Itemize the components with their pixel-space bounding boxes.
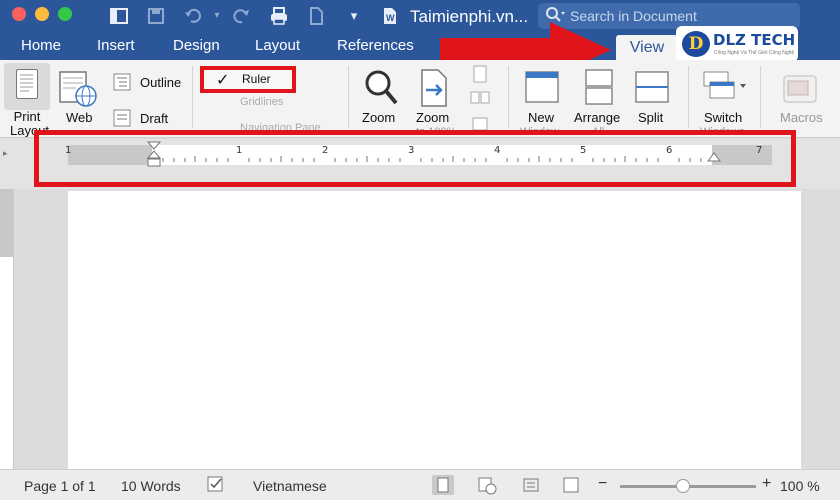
- svg-text:W: W: [386, 13, 395, 23]
- view-ribbon: Print Layout Web Outline Draft ✓ Ruler G…: [0, 60, 840, 138]
- print-layout-view-icon[interactable]: [432, 475, 454, 495]
- print-icon[interactable]: [269, 6, 289, 26]
- split-icon[interactable]: [634, 68, 670, 106]
- macros-icon[interactable]: [782, 72, 818, 106]
- logo-tagline: Công Nghệ Và Thế Giới Công Nghệ: [714, 50, 795, 56]
- redo-icon[interactable]: [232, 6, 252, 26]
- arrange-all-button[interactable]: Arrange: [574, 110, 620, 125]
- zoom-button[interactable]: Zoom: [362, 110, 395, 125]
- vertical-ruler-margin: [0, 189, 14, 257]
- zoom-icon[interactable]: [363, 68, 399, 108]
- switch-windows-button[interactable]: Switch: [704, 110, 742, 125]
- save-icon[interactable]: [146, 6, 166, 26]
- tab-design[interactable]: Design: [173, 37, 220, 54]
- web-layout-icon[interactable]: [58, 68, 98, 108]
- split-button[interactable]: Split: [638, 110, 663, 125]
- word-window: ▾ ▾ W Taimienphi.vn... Home Insert Desig…: [0, 0, 840, 500]
- tab-home[interactable]: Home: [21, 37, 61, 54]
- tab-selector-icon[interactable]: ▸: [3, 148, 8, 159]
- tab-layout[interactable]: Layout: [255, 37, 300, 54]
- print-layout-button[interactable]: [4, 63, 50, 110]
- ribbon-separator: [348, 66, 349, 128]
- tab-view[interactable]: View: [616, 35, 678, 60]
- zoom-100-button[interactable]: Zoom: [416, 110, 449, 125]
- ruler-highlight-box: [34, 130, 796, 187]
- logo-mark: D: [682, 31, 710, 57]
- status-bar: Page 1 of 1 10 Words Vietnamese − + 100 …: [0, 469, 840, 500]
- focus-view-icon[interactable]: [520, 475, 542, 495]
- checkmark-icon: ✓: [216, 72, 230, 89]
- word-document-icon: W: [380, 6, 400, 26]
- vertical-ruler[interactable]: [0, 189, 14, 469]
- close-window-button[interactable]: [12, 7, 26, 21]
- draft-button[interactable]: Draft: [140, 111, 168, 126]
- ribbon-separator: [688, 66, 689, 128]
- document-icon[interactable]: [306, 6, 326, 26]
- ruler-label: Ruler: [242, 72, 271, 86]
- page-count[interactable]: Page 1 of 1: [24, 478, 96, 494]
- web-layout-view-icon[interactable]: [476, 475, 498, 495]
- zoom-in-icon[interactable]: +: [762, 475, 771, 493]
- gridlines-checkbox[interactable]: Gridlines: [240, 96, 283, 108]
- outline-icon[interactable]: [112, 72, 132, 92]
- new-window-icon[interactable]: [524, 68, 560, 106]
- draft-icon[interactable]: [112, 108, 132, 128]
- tab-references[interactable]: References: [337, 37, 414, 54]
- zoom-out-icon[interactable]: −: [598, 475, 607, 493]
- customize-toolbar-icon[interactable]: ▾: [344, 6, 364, 26]
- page-display-icons[interactable]: [470, 64, 490, 134]
- word-count[interactable]: 10 Words: [121, 478, 181, 494]
- web-label: Web: [66, 110, 93, 125]
- outline-view-icon[interactable]: [560, 475, 582, 495]
- new-window-button[interactable]: New: [528, 110, 554, 125]
- tab-insert[interactable]: Insert: [97, 37, 135, 54]
- undo-icon[interactable]: [183, 6, 203, 26]
- minimize-window-button[interactable]: [35, 7, 49, 21]
- logo-wordmark: DLZ TECH: [713, 31, 796, 49]
- ribbon-separator: [760, 66, 761, 128]
- ruler-checkbox[interactable]: ✓ Ruler: [200, 66, 296, 93]
- print-layout-icon: [16, 69, 38, 99]
- switch-windows-icon[interactable]: [702, 68, 746, 106]
- proofing-icon[interactable]: [206, 475, 228, 495]
- ribbon-separator: [192, 66, 193, 128]
- arrange-all-icon[interactable]: [582, 68, 616, 106]
- dlz-tech-logo: D DLZ TECH Công Nghệ Và Thế Giới Công Ng…: [676, 26, 798, 62]
- sidebar-toggle-icon[interactable]: [109, 6, 129, 26]
- ribbon-separator: [508, 66, 509, 128]
- zoom-100-icon[interactable]: [418, 68, 450, 108]
- zoom-level[interactable]: 100 %: [780, 478, 820, 494]
- maximize-window-button[interactable]: [58, 7, 72, 21]
- undo-dropdown-icon[interactable]: ▾: [207, 6, 227, 26]
- document-page[interactable]: [68, 191, 801, 471]
- zoom-slider-knob[interactable]: [676, 479, 690, 493]
- outline-button[interactable]: Outline: [140, 75, 181, 90]
- macros-button[interactable]: Macros: [780, 110, 823, 125]
- language-indicator[interactable]: Vietnamese: [253, 478, 327, 494]
